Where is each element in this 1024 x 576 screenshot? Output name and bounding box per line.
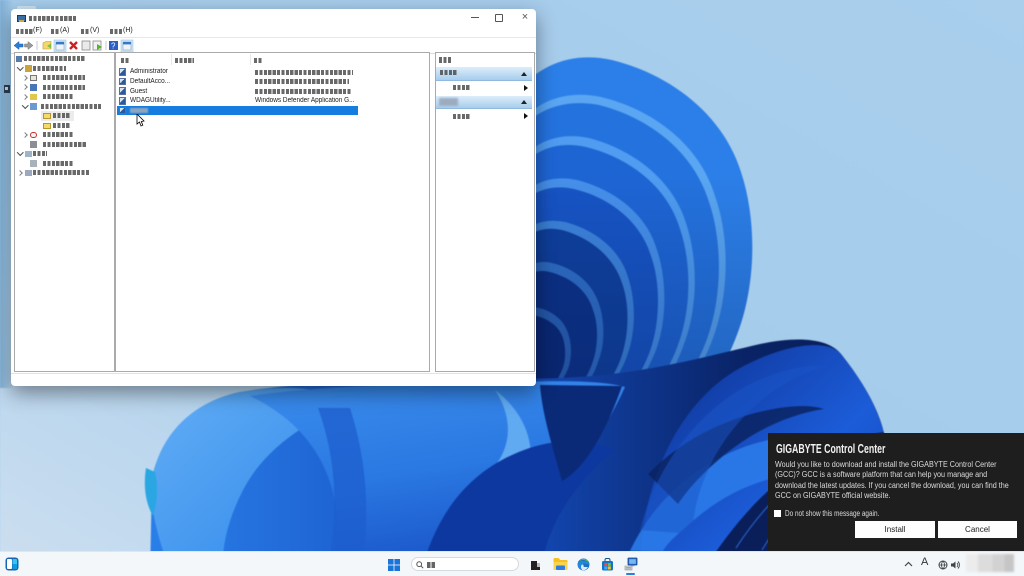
svg-text:?: ? — [111, 42, 116, 51]
